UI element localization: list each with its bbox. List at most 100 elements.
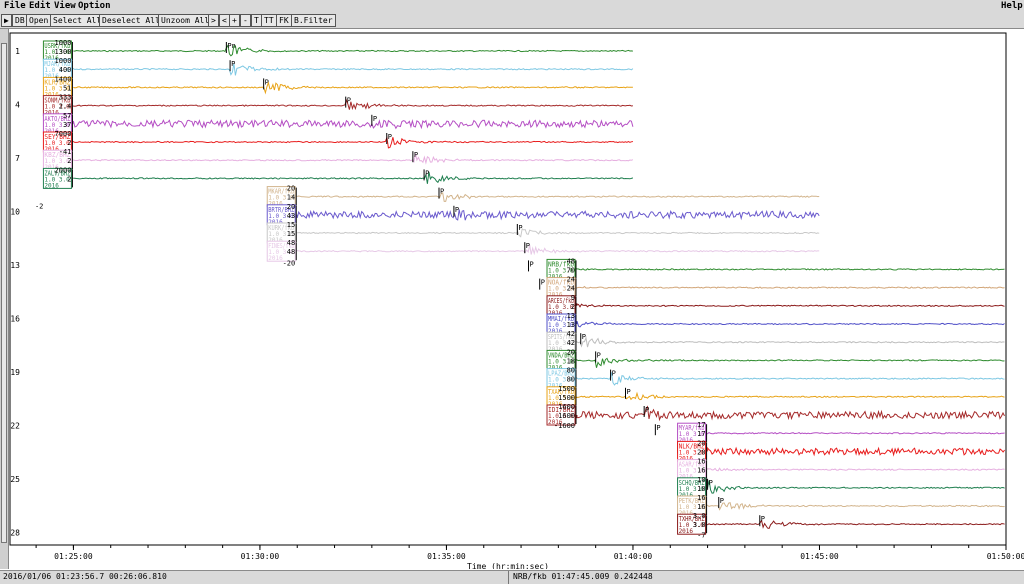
menu-help[interactable]: Help <box>1001 1 1023 11</box>
phase-pick-label: P <box>425 169 429 177</box>
amp-top-label: 13 <box>567 312 575 320</box>
phase-pick-label: P <box>582 333 586 341</box>
amp-top-label: 7000 <box>55 130 72 138</box>
row-number: 22 <box>10 422 20 431</box>
amp-mid-label: 2 <box>571 303 575 311</box>
amp-mid-label: 2 <box>67 139 71 147</box>
x-tick-label: 01:30:00 <box>241 552 280 561</box>
amp-mid-label: 16 <box>697 467 705 475</box>
amp-top-label: 3.0 <box>693 512 706 520</box>
amp-top-label: 20 <box>697 439 705 447</box>
phase-pick-label: P <box>645 406 649 414</box>
phase-pick-label: P <box>373 115 377 123</box>
amp-top-label: 20 <box>287 185 295 193</box>
waveform-plot[interactable]: 1471013161922252801:25:00 01:30:00 01:35:0… <box>0 29 1024 569</box>
amp-mid-label: 10 <box>697 485 705 493</box>
amp-mid-label: 70 <box>567 266 575 274</box>
phase-pick-label: P <box>455 206 459 214</box>
amp-top-label: 24 <box>567 276 575 284</box>
menu-edit[interactable]: Edit <box>29 1 51 11</box>
amp-mid-label: 80 <box>567 376 575 384</box>
menu-option[interactable]: Option <box>78 1 111 11</box>
zoom-in-button[interactable]: + <box>229 14 240 27</box>
select-all-button[interactable]: Select All <box>50 14 105 27</box>
bfilter-button[interactable]: B.Filter <box>291 14 336 27</box>
amp-top-label: 20 <box>567 348 575 356</box>
amp-mid-label: 2 <box>67 157 71 165</box>
status-right-readout: NRB/fkb 01:47:45.009 0.242448 <box>513 572 653 581</box>
menu-file[interactable]: File <box>4 1 26 11</box>
status-bar: 2016/01/06 01:23:56.7 00:26:06.810 NRB/f… <box>0 570 1024 584</box>
phase-pick-label: P <box>526 242 530 250</box>
amp-mid-label: 1600 <box>558 412 575 420</box>
amp-top-label: 1600 <box>558 403 575 411</box>
phase-pick-label: P <box>530 260 534 268</box>
amp-top-label: 9 <box>571 294 575 302</box>
amp-mid-label: 15 <box>287 230 295 238</box>
phase-pick-label: P <box>627 388 631 396</box>
unzoom-all-button[interactable]: Unzoom All <box>158 14 213 27</box>
zoom-out-button[interactable]: - <box>240 14 251 27</box>
amp-mid-label: 16 <box>697 503 705 511</box>
phase-pick-label: P <box>720 497 724 505</box>
station-date: 2016 <box>268 255 283 262</box>
phase-pick-label: P <box>347 97 351 105</box>
phase-pick-label: P <box>518 224 522 232</box>
amp-mid-label: 17 <box>697 430 705 438</box>
fk-button[interactable]: FK <box>276 14 292 27</box>
amp-top-label: 1400 <box>55 75 72 83</box>
x-axis-title: Time (hr:min:sec) <box>467 562 549 569</box>
amp-top-label: 48 <box>287 239 295 247</box>
group-bottom-label: -2 <box>35 203 43 211</box>
amp-mid-label: 2.4 <box>59 103 72 111</box>
amp-mid-label: 14 <box>287 194 295 202</box>
amp-mid-label: 37 <box>63 121 71 129</box>
amp-mid-label: 13 <box>567 321 575 329</box>
deselect-all-button[interactable]: Deselect All <box>99 14 163 27</box>
row-number: 7 <box>15 154 20 163</box>
amp-top-label: 2000 <box>55 166 72 174</box>
play-button[interactable]: ▶ <box>1 14 12 27</box>
toolbar: ▶ DB Open Select All Deselect All Unzoom… <box>0 13 1024 29</box>
x-tick-label: 01:50:00 <box>987 552 1024 561</box>
amp-top-label: -41 <box>59 148 72 156</box>
menu-view[interactable]: View <box>54 1 76 11</box>
phase-pick-label: P <box>231 60 235 68</box>
next-button[interactable]: > <box>208 14 219 27</box>
amp-top-label: 16 <box>697 458 705 466</box>
amp-top-label: 1500 <box>558 385 575 393</box>
amp-mid-label: 1300 <box>55 48 72 56</box>
phase-pick-label: P <box>265 78 269 86</box>
row-number: 4 <box>15 101 20 110</box>
group-bottom-label: -1600 <box>554 422 575 430</box>
amp-top-label: 16 <box>697 494 705 502</box>
amp-top-label: 10 <box>697 476 705 484</box>
row-number: 1 <box>15 47 20 56</box>
group-bottom-label: -7 <box>697 531 705 539</box>
status-left-readout: 2016/01/06 01:23:56.7 00:26:06.810 <box>3 572 167 581</box>
x-tick-label: 01:40:00 <box>614 552 653 561</box>
amp-top-label: 20 <box>287 203 295 211</box>
open-button[interactable]: Open <box>26 14 52 27</box>
amp-top-label: 80 <box>567 367 575 375</box>
amp-mid-label: 18 <box>567 357 575 365</box>
amp-mid-label: 3.0 <box>693 521 706 529</box>
row-number: 19 <box>10 368 20 377</box>
amp-top-label: 17 <box>697 421 705 429</box>
plot-frame <box>9 32 1007 546</box>
phase-pick-label: P <box>709 479 713 487</box>
amp-top-label: 15 <box>287 221 295 229</box>
x-tick-label: 01:25:00 <box>54 552 93 561</box>
amp-mid-label: 43 <box>287 212 295 220</box>
phase-pick-label: P <box>612 370 616 378</box>
amp-mid-label: 20 <box>697 448 705 456</box>
phase-pick-label: P <box>656 424 660 432</box>
row-number: 10 <box>10 208 20 217</box>
phase-pick-label: P <box>388 133 392 141</box>
amp-mid-label: 42 <box>567 339 575 347</box>
amp-mid-label: 400 <box>59 66 72 74</box>
phase-pick-label: P <box>761 515 765 523</box>
tt-button[interactable]: TT <box>261 14 277 27</box>
phase-pick-label: P <box>541 279 545 287</box>
row-number: 16 <box>10 315 20 324</box>
